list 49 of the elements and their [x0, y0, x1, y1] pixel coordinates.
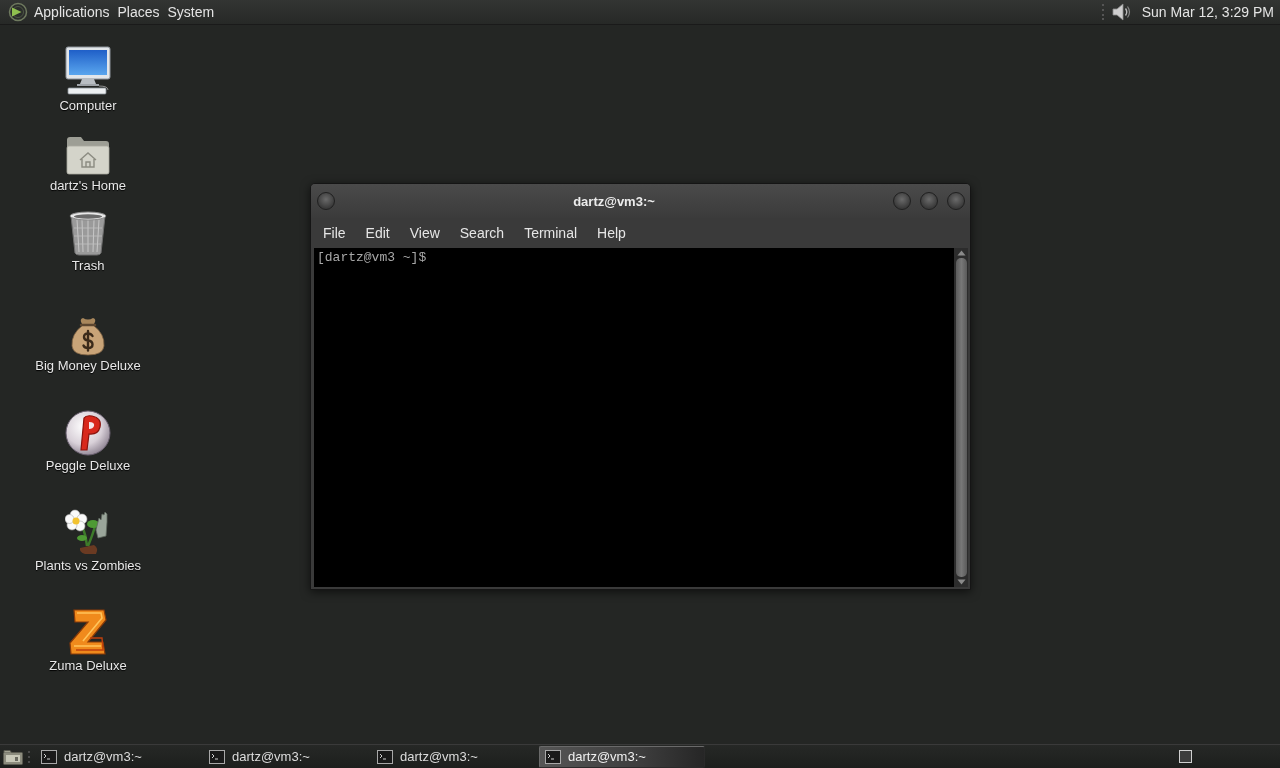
show-desktop-icon[interactable] — [3, 748, 23, 765]
desktop-icon-label[interactable]: Plants vs Zombies — [34, 558, 142, 574]
close-button[interactable] — [947, 192, 965, 210]
terminal-icon — [41, 749, 57, 764]
menu-button[interactable]: Places — [113, 1, 164, 23]
taskbar-button[interactable]: dartz@vm3:~ — [203, 745, 369, 768]
scrollbar-thumb[interactable] — [955, 258, 967, 577]
desktop-icon-label[interactable]: Zuma Deluxe — [49, 658, 127, 674]
window-menu-button[interactable] — [317, 192, 335, 210]
home-folder-icon[interactable] — [65, 134, 111, 176]
flower-plant-icon[interactable] — [65, 508, 111, 556]
terminal-pane[interactable]: [dartz@vm3 ~]$ — [314, 248, 954, 587]
workspace-switcher[interactable] — [1179, 750, 1192, 763]
desktop-icon-label[interactable]: Computer — [59, 98, 117, 114]
minimize-button[interactable] — [893, 192, 911, 210]
terminal-icon — [377, 749, 393, 764]
ball-logo-icon[interactable] — [65, 410, 111, 456]
window-title: dartz@vm3:~ — [572, 193, 656, 209]
drag-handle-icon — [1099, 3, 1106, 21]
desktop-icon-label[interactable]: dartz's Home — [49, 178, 127, 194]
desktop-icon-label[interactable]: Big Money Deluxe — [35, 358, 141, 374]
menu-item[interactable]: Search — [449, 222, 515, 244]
trash-bin-icon[interactable] — [68, 210, 108, 256]
maximize-button[interactable] — [920, 192, 938, 210]
taskbar-button[interactable]: dartz@vm3:~ — [371, 745, 537, 768]
computer-monitor-icon[interactable] — [64, 46, 112, 96]
scroll-up-arrow-icon[interactable] — [956, 250, 966, 256]
menu-button[interactable]: Applications — [4, 1, 114, 23]
drag-handle-icon — [27, 748, 31, 765]
scroll-down-arrow-icon[interactable] — [956, 579, 966, 585]
menu-item[interactable]: File — [313, 222, 356, 244]
menu-item[interactable]: Help — [587, 222, 636, 244]
taskbar-button[interactable]: dartz@vm3:~ — [539, 745, 705, 768]
terminal-prompt: [dartz@vm3 ~]$ — [317, 250, 428, 265]
money-bag-icon[interactable] — [69, 316, 107, 356]
play-logo-icon[interactable] — [8, 2, 28, 22]
speaker-icon[interactable] — [1109, 2, 1132, 22]
scrollbar[interactable] — [954, 248, 968, 587]
block-logo-icon[interactable] — [68, 608, 108, 656]
menu-item[interactable]: Edit — [355, 222, 400, 244]
taskbar-button[interactable]: dartz@vm3:~ — [35, 745, 201, 768]
terminal-icon — [209, 749, 225, 764]
menu-button[interactable]: System — [163, 1, 219, 23]
menu-item[interactable]: Terminal — [514, 222, 588, 244]
terminal-icon — [545, 749, 561, 764]
clock[interactable]: Sun Mar 12, 3:29 PM — [1135, 4, 1274, 20]
desktop-icon-label[interactable]: Peggle Deluxe — [45, 458, 131, 474]
desktop-icon-label[interactable]: Trash — [71, 258, 105, 274]
menu-item[interactable]: View — [399, 222, 450, 244]
